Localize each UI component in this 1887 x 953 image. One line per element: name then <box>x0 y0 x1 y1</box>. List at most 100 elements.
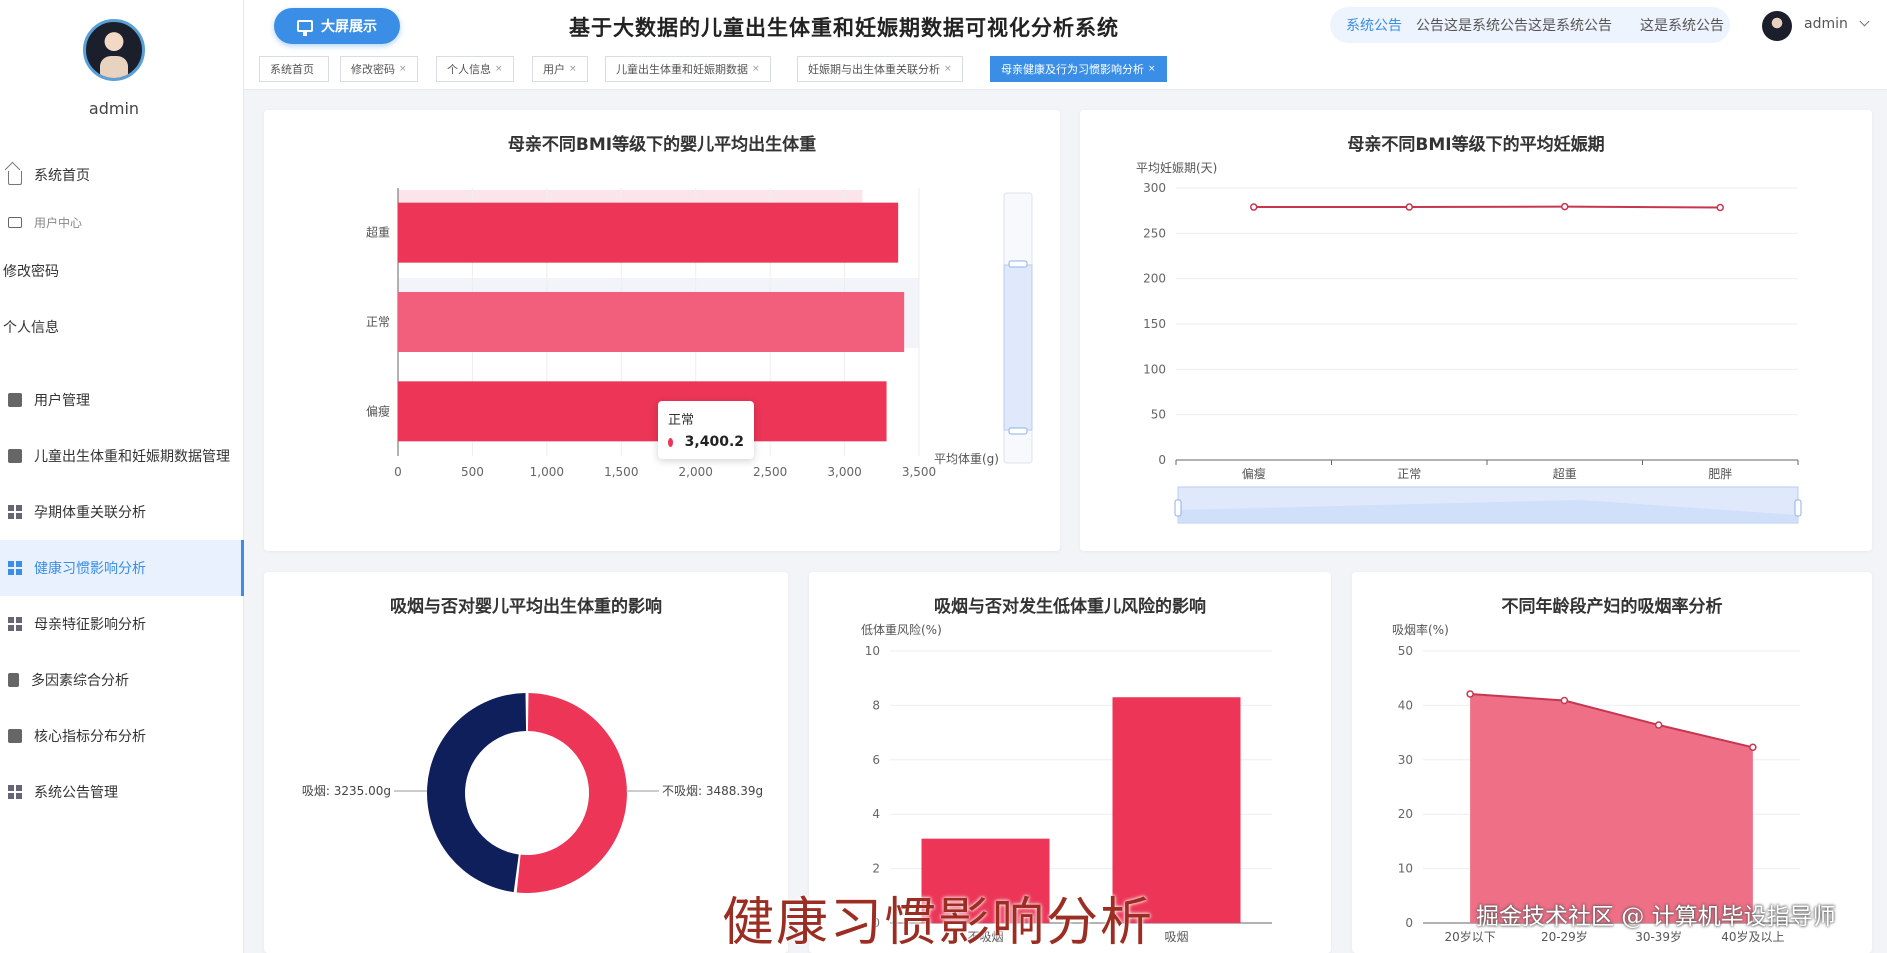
sidebar-item-label: 健康习惯影响分析 <box>34 561 146 577</box>
close-icon[interactable]: × <box>944 64 952 74</box>
bar <box>398 381 887 442</box>
category-label: 20岁以下 <box>1444 929 1495 944</box>
header: 大屏展示 基于大数据的儿童出生体重和妊娠期数据可视化分析系统 系统公告 公告这是… <box>244 0 1887 54</box>
datazoom-handle <box>1174 499 1182 517</box>
data-point <box>1250 203 1258 211</box>
sidebar-item-health-habits[interactable]: 健康习惯影响分析 <box>0 540 244 596</box>
category-label: 偏瘦 <box>1242 466 1266 481</box>
category-label: 20-29岁 <box>1541 929 1588 944</box>
tick-label: 6 <box>872 753 880 767</box>
tick-label: 300 <box>1143 181 1166 195</box>
chart-card-bmi-gestation: 母亲不同BMI等级下的平均妊娠期 0 50 100 150 200 250 300 平均妊娠期… <box>1080 110 1872 551</box>
tab-health-habits[interactable]: 母亲健康及行为习惯影响分析 × <box>990 56 1167 82</box>
tick-label: 10 <box>865 644 880 658</box>
close-icon[interactable]: × <box>1148 64 1156 74</box>
category-label: 偏瘦 <box>366 403 390 418</box>
datazoom-handle <box>1008 260 1028 268</box>
sidebar-item-label: 系统公告管理 <box>34 785 118 801</box>
data-point <box>1716 203 1724 212</box>
age-smoking-area-chart[interactable]: 0 10 20 30 40 50 吸烟率(%) 20岁以下 20-29岁 30-39岁 40岁及以上 <box>1352 572 1872 953</box>
axis-label: 平均妊娠期(天) <box>1136 161 1217 175</box>
tick-label: 4 <box>872 807 880 821</box>
sidebar-item-profile[interactable]: 个人信息 <box>0 299 244 355</box>
pie-slice <box>427 693 527 893</box>
sidebar-item-multifactor[interactable]: 多因素综合分析 <box>0 652 244 708</box>
avatar <box>83 19 145 81</box>
sidebar-item-label: 系统首页 <box>34 168 90 184</box>
tick-label: 10 <box>1398 862 1413 876</box>
data-point <box>1466 690 1474 698</box>
video-caption: 健康习惯影响分析 <box>722 893 1155 953</box>
tab-label: 母亲健康及行为习惯影响分析 <box>1001 63 1144 76</box>
tick-label: 50 <box>1398 644 1413 658</box>
chart-card-age-smoking: 不同年龄段产妇的吸烟率分析 0 10 20 30 40 50 吸烟率(%) 20岁以下 20-2… <box>1352 572 1872 953</box>
bmi-gestation-line-chart[interactable]: 0 50 100 150 200 250 300 平均妊娠期(天) 偏瘦 正常 超重 肥胖 <box>1080 110 1872 551</box>
tick-label: 0 <box>394 465 402 479</box>
sidebar-item-core-metrics[interactable]: 核心指标分布分析 <box>0 708 244 764</box>
tick-label: 3,500 <box>902 465 936 479</box>
tick-label: 1,500 <box>604 465 638 479</box>
close-icon[interactable]: × <box>495 64 503 74</box>
datazoom-handle <box>1794 499 1802 517</box>
axis-label: 平均体重(g) <box>934 452 999 466</box>
data-point <box>1560 696 1569 705</box>
tooltip-name: 正常 <box>668 413 695 428</box>
tick-label: 1,000 <box>530 465 564 479</box>
category-label: 正常 <box>366 315 390 329</box>
category-label: 30-39岁 <box>1635 929 1682 944</box>
close-icon[interactable]: × <box>752 64 760 74</box>
axis-label: 低体重风险(%) <box>861 622 942 637</box>
tick-label: 20 <box>1398 807 1413 821</box>
datazoom-handle <box>1008 427 1028 435</box>
sidebar-item-notice-manage[interactable]: 系统公告管理 <box>0 764 244 820</box>
tick-label: 250 <box>1143 226 1166 240</box>
data-point <box>1749 743 1757 752</box>
sidebar-item-change-password[interactable]: 修改密码 <box>0 243 244 299</box>
big-screen-label: 大屏展示 <box>321 19 377 35</box>
category-label: 40岁及以上 <box>1721 929 1784 944</box>
notice-bar[interactable]: 系统公告 公告这是系统公告这是系统公告 这是系统公告 <box>1330 7 1730 43</box>
sidebar-item-data-manage[interactable]: 儿童出生体重和妊娠期数据管理 <box>0 428 244 484</box>
tick-label: 30 <box>1398 753 1413 767</box>
category-label: 吸烟 <box>1164 930 1188 944</box>
tab-label: 妊娠期与出生体重关联分析 <box>808 63 940 76</box>
axis-label: 吸烟率(%) <box>1392 622 1449 637</box>
pie-slice <box>516 693 627 893</box>
tab-label: 系统首页 <box>270 63 314 76</box>
tooltip-dot <box>668 437 673 447</box>
sidebar-item-users[interactable]: 用户管理 <box>0 372 244 428</box>
chart-card-bmi-weight: 母亲不同BMI等级下的婴儿平均出生体重 0 500 1,000 1,500 2,000 2… <box>264 110 1060 551</box>
tab-bar: 系统首页 修改密码 × 个人信息 × 用户 × 儿童出生体重和妊娠期数据 × 妊娠期与出… <box>244 54 1887 90</box>
sidebar-item-mother-features[interactable]: 母亲特征影响分析 <box>0 596 244 652</box>
header-username[interactable]: admin <box>1804 16 1848 32</box>
category-label: 超重 <box>366 225 390 240</box>
chart-tooltip: 正常 3,400.2 <box>658 401 754 459</box>
tab-profile[interactable]: 个人信息 × <box>436 56 514 82</box>
big-screen-button[interactable]: 大屏展示 <box>274 8 400 44</box>
tab-gestation-analysis[interactable]: 妊娠期与出生体重关联分析 × <box>797 56 963 82</box>
tick-label: 0 <box>1158 453 1166 467</box>
bmi-weight-bar-chart[interactable]: 0 500 1,000 1,500 2,000 2,500 3,000 3,500偏瘦正常超重… <box>264 110 1060 551</box>
page-title: 基于大数据的儿童出生体重和妊娠期数据可视化分析系统 <box>569 16 1119 40</box>
chevron-down-icon[interactable] <box>1859 16 1870 27</box>
card-icon <box>8 216 22 228</box>
tab-change-password[interactable]: 修改密码 × <box>340 56 418 82</box>
printer-icon <box>8 729 22 743</box>
smoking-weight-donut-chart[interactable]: 吸烟: 3235.00g 不吸烟: 3488.39g <box>264 572 788 953</box>
close-icon[interactable]: × <box>399 64 407 74</box>
tooltip-value: 3,400.2 <box>684 434 744 450</box>
sidebar-item-pregnancy-weight[interactable]: 孕期体重关联分析 <box>0 484 244 540</box>
briefcase-icon <box>8 449 22 463</box>
tab-label: 用户 <box>543 63 565 76</box>
avatar[interactable] <box>1762 11 1792 41</box>
series-area <box>1470 693 1753 923</box>
sidebar: admin 系统首页 用户中心 修改密码 个人信息 用户管理 儿童出生体重和妊娠… <box>0 0 244 953</box>
tab-users[interactable]: 用户 × <box>532 56 588 82</box>
sidebar-item-user-center[interactable]: 用户中心 <box>0 194 244 250</box>
grid-icon <box>8 505 22 519</box>
tab-label: 个人信息 <box>447 63 491 76</box>
tab-home[interactable]: 系统首页 <box>259 56 329 82</box>
tab-data[interactable]: 儿童出生体重和妊娠期数据 × <box>605 56 771 82</box>
bar <box>398 292 905 352</box>
close-icon[interactable]: × <box>569 64 577 74</box>
